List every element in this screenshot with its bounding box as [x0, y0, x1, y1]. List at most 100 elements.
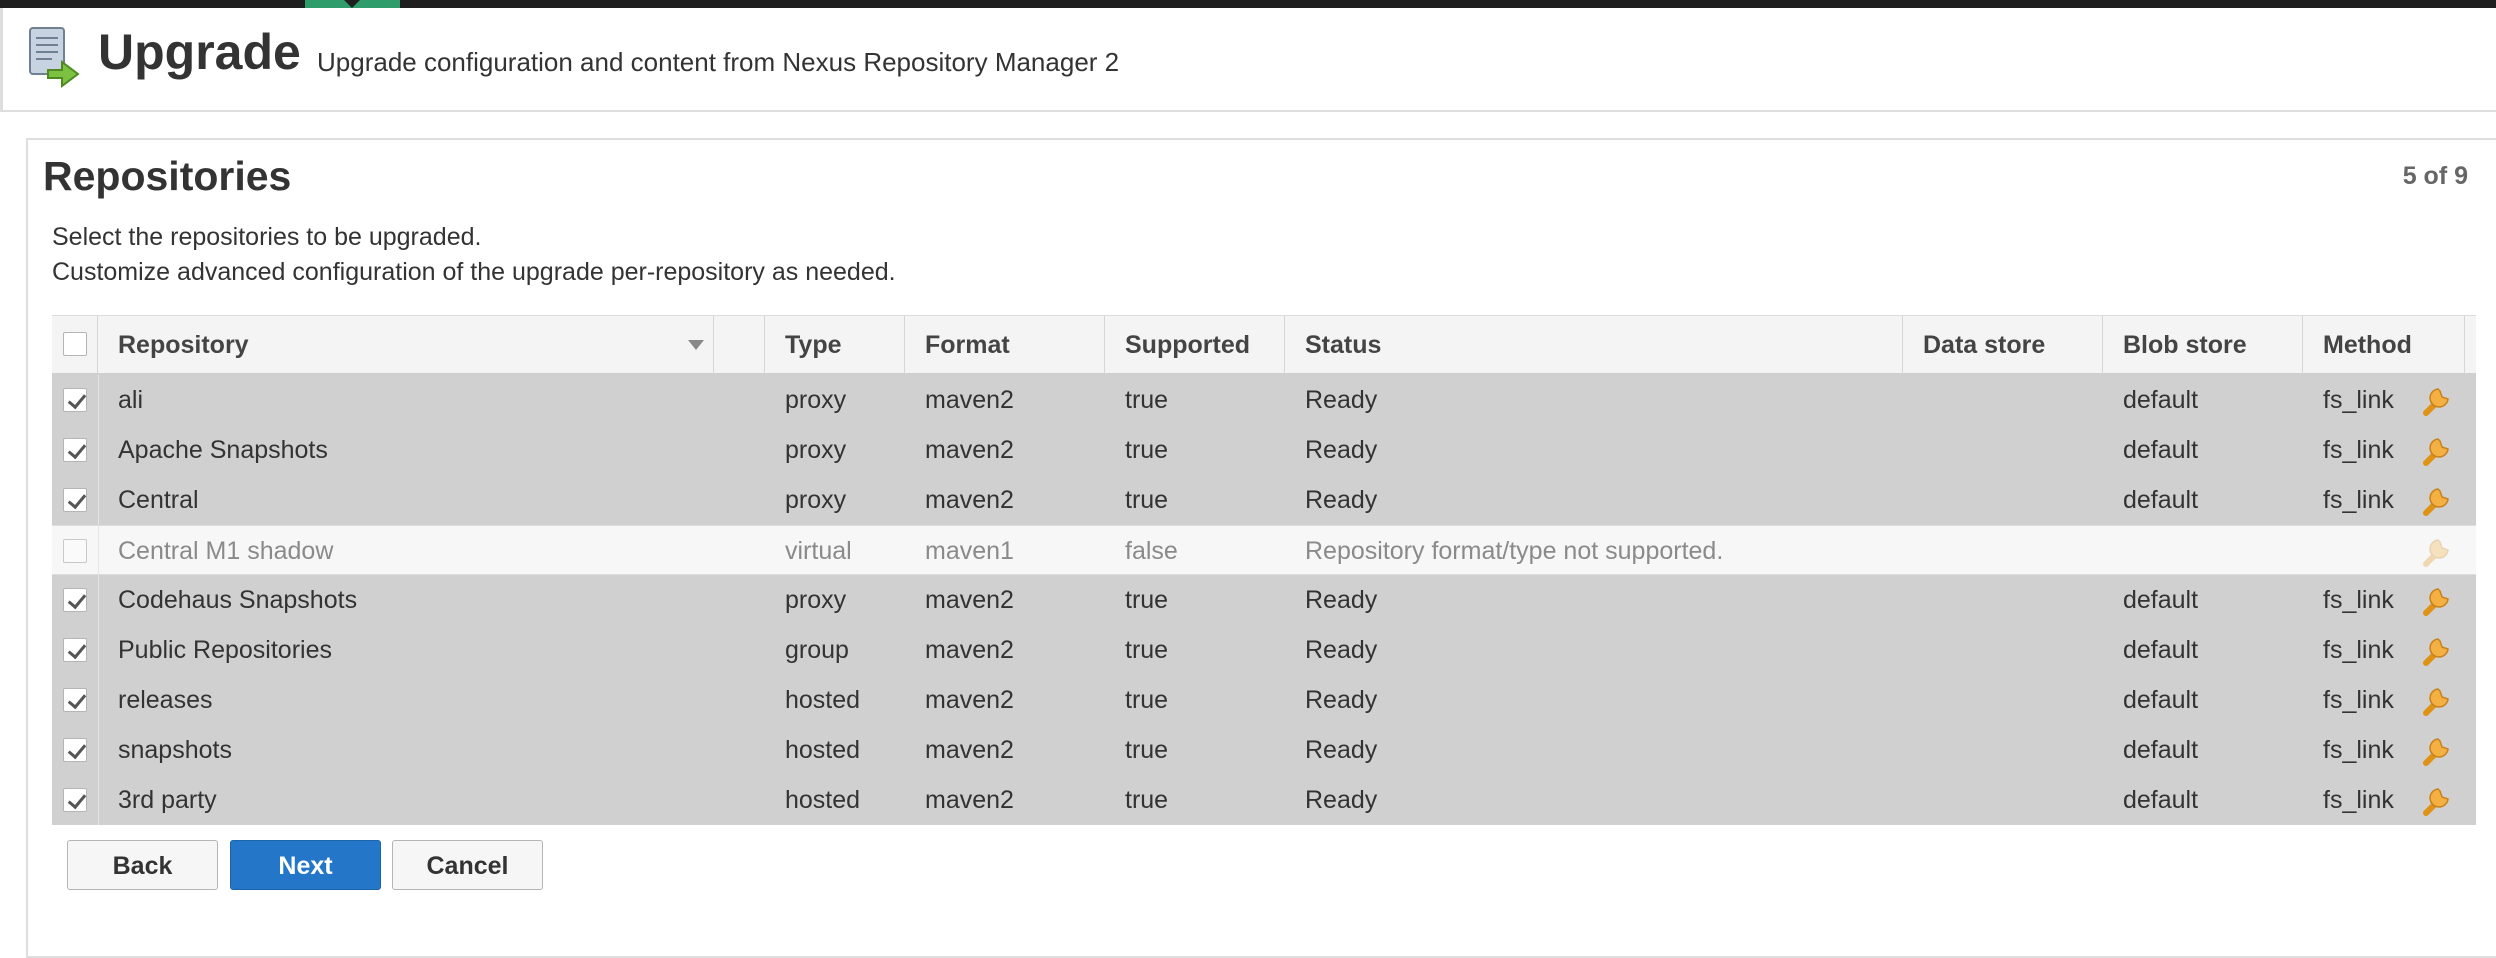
- grid-header: Repository Type Format Supported Status …: [52, 315, 2476, 375]
- column-header-repository[interactable]: Repository: [98, 316, 765, 374]
- table-row[interactable]: Public Repositories group maven2 true Re…: [52, 625, 2476, 675]
- cell-type: proxy: [785, 486, 847, 514]
- row-checkbox[interactable]: [63, 688, 87, 712]
- cell-data-store: [1903, 425, 2103, 475]
- table-row[interactable]: Central proxy maven2 true Ready default …: [52, 475, 2476, 525]
- cell-status: Ready: [1305, 586, 1378, 614]
- cell-repository: snapshots: [118, 736, 232, 764]
- row-checkbox[interactable]: [63, 788, 87, 812]
- cell-supported: true: [1125, 436, 1169, 464]
- wrench-icon[interactable]: [2420, 583, 2454, 617]
- back-button[interactable]: Back: [67, 840, 218, 890]
- cell-status: Repository format/type not supported.: [1305, 537, 1724, 565]
- column-header-method[interactable]: Method: [2303, 316, 2465, 374]
- checkmark-icon: [67, 589, 87, 610]
- cell-type: proxy: [785, 586, 847, 614]
- cell-supported: true: [1125, 386, 1169, 414]
- instruction-line: Select the repositories to be upgraded.: [52, 223, 482, 251]
- column-header-blob-store[interactable]: Blob store: [2103, 316, 2303, 374]
- cell-blob-store: [2103, 526, 2303, 576]
- cell-data-store: [1903, 625, 2103, 675]
- cell-blob-store: default: [2123, 486, 2199, 514]
- row-checkbox[interactable]: [63, 738, 87, 762]
- cell-supported: true: [1125, 636, 1169, 664]
- cell-repository: 3rd party: [118, 786, 217, 814]
- cell-supported: true: [1125, 686, 1169, 714]
- next-button[interactable]: Next: [230, 840, 381, 890]
- page-subtitle: Upgrade configuration and content from N…: [317, 47, 1120, 77]
- cell-format: maven2: [925, 686, 1014, 714]
- checkmark-icon: [67, 689, 87, 710]
- wrench-icon[interactable]: [2420, 633, 2454, 667]
- row-checkbox[interactable]: [63, 539, 87, 563]
- column-header-supported[interactable]: Supported: [1105, 316, 1285, 374]
- table-row[interactable]: Apache Snapshots proxy maven2 true Ready…: [52, 425, 2476, 475]
- wrench-icon[interactable]: [2420, 783, 2454, 817]
- cell-supported: true: [1125, 786, 1169, 814]
- cell-status: Ready: [1305, 386, 1378, 414]
- column-header-actions: [2465, 316, 2496, 374]
- cell-status: Ready: [1305, 436, 1378, 464]
- select-all-column: [52, 316, 98, 374]
- cell-data-store: [1903, 475, 2103, 525]
- column-header-type[interactable]: Type: [765, 316, 905, 374]
- cell-data-store: [1903, 526, 2103, 576]
- cell-data-store: [1903, 775, 2103, 825]
- checkmark-icon: [67, 739, 87, 760]
- wrench-icon[interactable]: [2420, 683, 2454, 717]
- row-checkbox[interactable]: [63, 388, 87, 412]
- step-counter: 5 of 9: [2402, 162, 2468, 190]
- row-checkbox[interactable]: [63, 488, 87, 512]
- column-menu-trigger[interactable]: [713, 316, 765, 374]
- cell-type: hosted: [785, 686, 861, 714]
- cell-data-store: [1903, 675, 2103, 725]
- wrench-icon[interactable]: [2420, 733, 2454, 767]
- cell-repository: Apache Snapshots: [118, 436, 328, 464]
- wrench-icon: [2423, 539, 2449, 567]
- cell-status: Ready: [1305, 486, 1378, 514]
- column-menu-arrow-icon[interactable]: [688, 340, 704, 350]
- row-checkbox[interactable]: [63, 438, 87, 462]
- cell-blob-store: default: [2123, 736, 2199, 764]
- cell-type: hosted: [785, 736, 861, 764]
- upgrade-document-icon: [29, 27, 80, 88]
- column-header-format[interactable]: Format: [905, 316, 1105, 374]
- wrench-icon[interactable]: [2420, 383, 2454, 417]
- checkmark-icon: [67, 789, 87, 810]
- table-row[interactable]: 3rd party hosted maven2 true Ready defau…: [52, 775, 2476, 825]
- cell-type: virtual: [785, 537, 852, 565]
- select-all-checkbox[interactable]: [63, 332, 87, 356]
- cell-repository: Central M1 shadow: [118, 537, 334, 565]
- active-nav-notch: [344, 0, 360, 8]
- cell-repository: Codehaus Snapshots: [118, 586, 358, 614]
- table-row[interactable]: ali proxy maven2 true Ready default fs_l…: [52, 375, 2476, 425]
- cell-blob-store: default: [2123, 436, 2199, 464]
- cell-status: Ready: [1305, 636, 1378, 664]
- cell-type: hosted: [785, 786, 861, 814]
- wrench-icon[interactable]: [2420, 483, 2454, 517]
- wrench-icon[interactable]: [2420, 433, 2454, 467]
- cell-data-store: [1903, 575, 2103, 625]
- cell-status: Ready: [1305, 736, 1378, 764]
- cell-status: Ready: [1305, 686, 1378, 714]
- cell-data-store: [1903, 375, 2103, 425]
- cell-format: maven2: [925, 486, 1014, 514]
- cell-type: proxy: [785, 386, 847, 414]
- column-header-data-store[interactable]: Data store: [1903, 316, 2103, 374]
- panel-title: Repositories: [43, 153, 292, 199]
- table-row[interactable]: Central M1 shadow virtual maven1 false R…: [52, 525, 2476, 576]
- cell-repository: ali: [118, 386, 144, 414]
- row-checkbox[interactable]: [63, 588, 87, 612]
- table-row[interactable]: Codehaus Snapshots proxy maven2 true Rea…: [52, 575, 2476, 625]
- cancel-button[interactable]: Cancel: [392, 840, 543, 890]
- cell-blob-store: default: [2123, 686, 2199, 714]
- cell-repository: Central: [118, 486, 199, 514]
- cell-repository: Public Repositories: [118, 636, 332, 664]
- table-row[interactable]: snapshots hosted maven2 true Ready defau…: [52, 725, 2476, 775]
- table-row[interactable]: releases hosted maven2 true Ready defaul…: [52, 675, 2476, 725]
- row-checkbox[interactable]: [63, 638, 87, 662]
- cell-format: maven2: [925, 386, 1014, 414]
- cell-data-store: [1903, 725, 2103, 775]
- checkmark-icon: [67, 639, 87, 660]
- column-header-status[interactable]: Status: [1285, 316, 1903, 374]
